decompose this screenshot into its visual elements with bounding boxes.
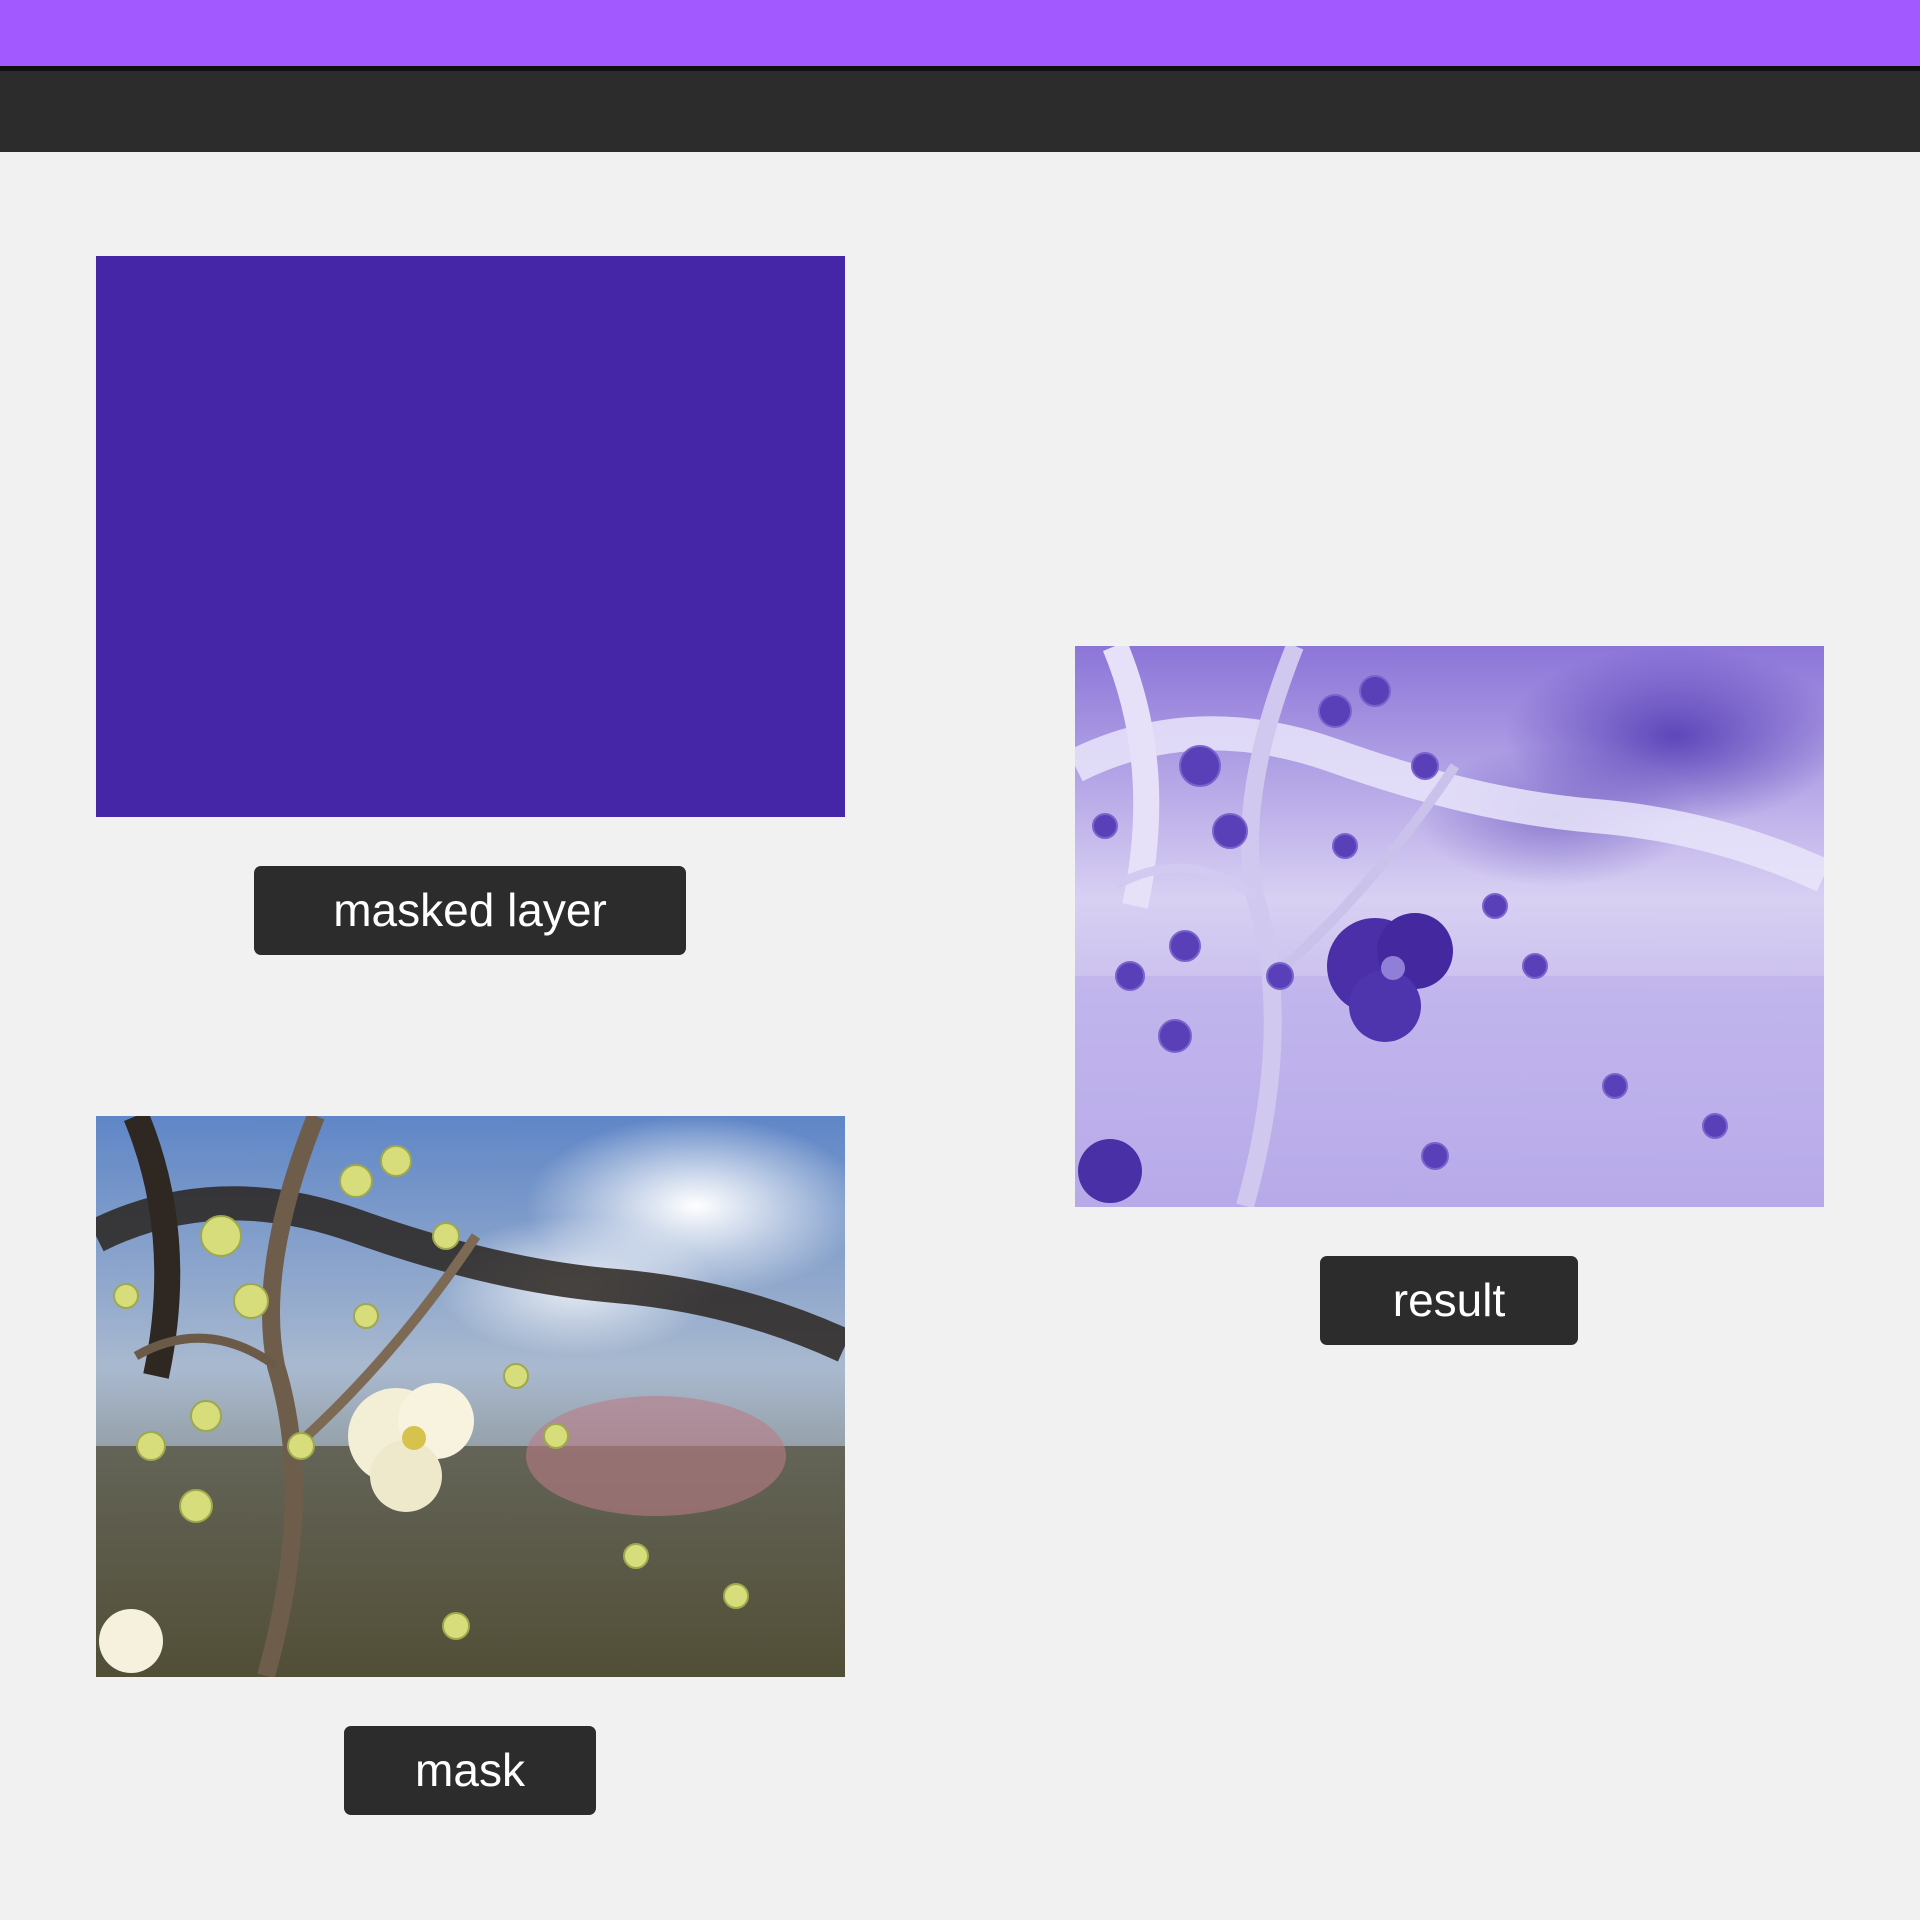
mask-frame[interactable] — [96, 1116, 845, 1677]
result-label: result — [1320, 1256, 1578, 1345]
mask-photo — [96, 1116, 845, 1677]
masked-layer-frame[interactable] — [96, 256, 845, 817]
toolbar — [0, 71, 1920, 152]
result-frame[interactable] — [1075, 646, 1824, 1207]
mask-label: mask — [344, 1726, 596, 1815]
masked-layer-label: masked layer — [254, 866, 686, 955]
result-photo — [1075, 646, 1824, 1207]
top-accent-bar — [0, 0, 1920, 66]
